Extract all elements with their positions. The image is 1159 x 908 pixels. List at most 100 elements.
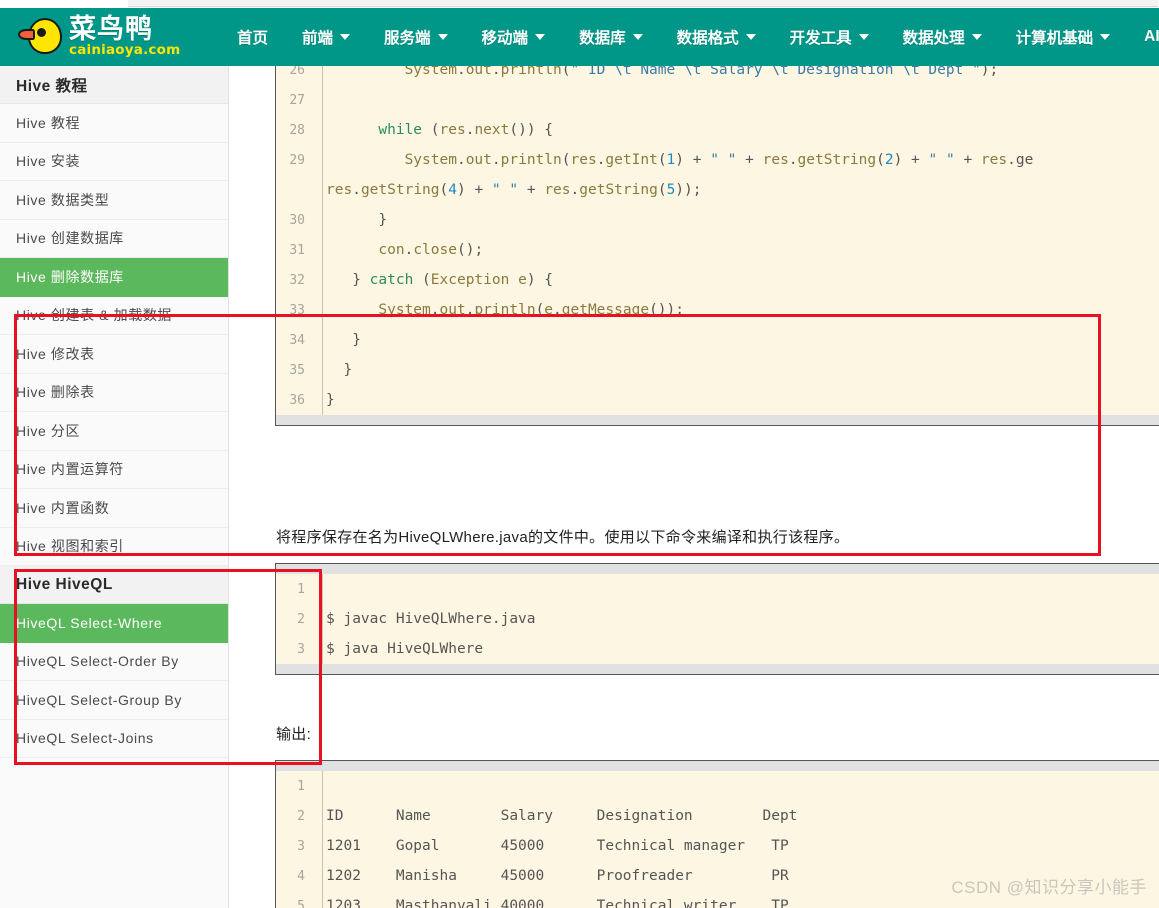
code-line: 33 System.out.println(e.getMessage()); [276, 295, 1159, 325]
nav-item-8[interactable]: 计算机基础 [999, 26, 1128, 48]
code-line-text: } catch (Exception e) { [326, 272, 554, 288]
sidebar-item-tutorial-6[interactable]: Hive 修改表 [0, 335, 228, 374]
code-line: 3 $ java HiveQLWhere [276, 634, 1159, 664]
code-line-text: } [326, 362, 353, 378]
content-area: 26 System.out.println(" ID \t Name \t Sa… [230, 66, 1159, 908]
sidebar-item-label: HiveQL Select-Group By [16, 691, 182, 708]
nav-item-label: 开发工具 [789, 30, 852, 47]
chevron-down-icon [632, 34, 643, 40]
nav-item-0[interactable]: 首页 [220, 26, 285, 48]
sidebar-item-tutorial-2[interactable]: Hive 数据类型 [0, 181, 228, 220]
code-gutter-divider [322, 771, 323, 908]
code-line-text: System.out.println(e.getMessage()); [378, 302, 684, 318]
sidebar-item-tutorial-11[interactable]: Hive 视图和索引 [0, 527, 228, 566]
sidebar-item-label: Hive 分区 [16, 422, 81, 439]
code-block-shell-header [275, 563, 1159, 574]
code-line-text: res.getString(4) + " " + res.getString(5… [326, 182, 702, 198]
code-line-number: 2 [297, 611, 305, 627]
code-line: 30 } [276, 205, 1159, 235]
nav-item-4[interactable]: 数据库 [562, 26, 660, 48]
chevron-down-icon [858, 34, 869, 40]
top-navigation-bar: 菜鸟鸭 cainiaoya.com 首页 前端 服务端 移动端 数据库 数据格式 开发工具 数… [0, 8, 1159, 66]
code-line-number: 26 [289, 66, 305, 78]
duck-logo-icon [18, 16, 64, 58]
nav-item-3[interactable]: 移动端 [465, 26, 563, 48]
sidebar-item-tutorial-4[interactable]: Hive 删除数据库 [0, 258, 228, 297]
sidebar-item-tutorial-0[interactable]: Hive 教程 [0, 104, 228, 143]
browser-tab-strip [128, 0, 1158, 7]
watermark: CSDN @知识分享小能手 [951, 878, 1147, 897]
code-line-text: System.out.println(" ID \t Name \t Salar… [404, 66, 999, 78]
sidebar-list-hiveql: HiveQL Select-Where HiveQL Select-Order B… [0, 604, 228, 758]
sidebar-item-label: Hive 内置函数 [16, 499, 110, 516]
sidebar-item-label: HiveQL Select-Joins [16, 730, 154, 747]
sidebar-item-label: Hive 数据类型 [16, 191, 110, 208]
code-line-number: 34 [289, 332, 305, 348]
sidebar-item-label: Hive 创建表 & 加载数据 [16, 307, 173, 324]
code-line: 2 $ javac HiveQLWhere.java [276, 604, 1159, 634]
code-block-java[interactable]: 26 System.out.println(" ID \t Name \t Sa… [275, 66, 1159, 426]
sidebar-item-hiveql-1[interactable]: HiveQL Select-Order By [0, 642, 228, 681]
code-line: 36} [276, 385, 1159, 415]
sidebar-item-tutorial-1[interactable]: Hive 安装 [0, 142, 228, 181]
sidebar-item-tutorial-7[interactable]: Hive 删除表 [0, 373, 228, 412]
code-line-number: 1 [297, 778, 305, 794]
code-line-text: con.close(); [378, 242, 484, 258]
sidebar-item-tutorial-5[interactable]: Hive 创建表 & 加载数据 [0, 296, 228, 335]
code-block-shell-footer[interactable] [275, 664, 1159, 675]
instruction-paragraph: 将程序保存在名为HiveQLWhere.java的文件中。使用以下命令来编译和执… [276, 529, 850, 546]
sidebar-item-hiveql-2[interactable]: HiveQL Select-Group By [0, 681, 228, 720]
sidebar-item-label: Hive 删除数据库 [16, 268, 124, 285]
page-body: Hive 教程 Hive 教程 Hive 安装 Hive 数据类型 Hive 创建数据… [0, 66, 1159, 908]
nav-item-5[interactable]: 数据格式 [660, 26, 773, 48]
code-line-number: 2 [297, 808, 305, 824]
nav-item-list: 首页前端服务端移动端数据库数据格式开发工具数据处理计算机基础AI网 [220, 26, 1159, 48]
sidebar: Hive 教程 Hive 教程 Hive 安装 Hive 数据类型 Hive 创建数据… [0, 66, 229, 908]
code-gutter-divider [322, 574, 323, 664]
code-line: 28 while (res.next()) { [276, 115, 1159, 145]
code-line-text: $ javac HiveQLWhere.java [326, 611, 536, 627]
sidebar-item-hiveql-0[interactable]: HiveQL Select-Where [0, 604, 228, 643]
sidebar-item-label: Hive 创建数据库 [16, 230, 124, 247]
code-line-number: 35 [289, 362, 305, 378]
sidebar-list-hive-tutorial: Hive 教程 Hive 安装 Hive 数据类型 Hive 创建数据库 Hive 删除… [0, 104, 228, 566]
nav-item-1[interactable]: 前端 [285, 26, 367, 48]
code-line-text: 1201 Gopal 45000 Technical manager TP [326, 838, 789, 854]
sidebar-item-tutorial-9[interactable]: Hive 内置运算符 [0, 450, 228, 489]
sidebar-item-tutorial-3[interactable]: Hive 创建数据库 [0, 219, 228, 258]
sidebar-item-tutorial-8[interactable]: Hive 分区 [0, 412, 228, 451]
code-block-shell-body: 1 2 $ javac HiveQLWhere.java 3 $ java HiveQL… [275, 574, 1159, 664]
code-line-text: } [326, 212, 388, 228]
nav-item-label: 数据处理 [902, 30, 965, 47]
sidebar-item-label: Hive 视图和索引 [16, 538, 124, 555]
code-line-text: ID Name Salary Designation Dept [326, 808, 798, 824]
chevron-down-icon [971, 34, 982, 40]
code-line: 29 System.out.println(res.getInt(1) + " … [276, 145, 1159, 175]
code-line-text: while (res.next()) { [378, 122, 554, 138]
nav-item-9[interactable]: AI [1127, 28, 1159, 46]
nav-item-2[interactable]: 服务端 [367, 26, 465, 48]
chevron-down-icon [437, 34, 448, 40]
sidebar-item-label: Hive 修改表 [16, 345, 95, 362]
nav-item-label: 数据格式 [676, 30, 739, 47]
code-block-shell[interactable]: 1 2 $ javac HiveQLWhere.java 3 $ java HiveQL… [275, 563, 1159, 675]
sidebar-section-title-hiveql: Hive HiveQL [0, 566, 228, 604]
code-line: 1 [276, 771, 1159, 801]
sidebar-item-hiveql-3[interactable]: HiveQL Select-Joins [0, 719, 228, 758]
code-line-number: 1 [297, 581, 305, 597]
site-logo[interactable]: 菜鸟鸭 cainiaoya.com [18, 16, 180, 58]
code-line-number: 31 [289, 242, 305, 258]
nav-item-7[interactable]: 数据处理 [886, 26, 999, 48]
nav-item-label: 首页 [237, 30, 269, 47]
nav-item-label: 数据库 [579, 30, 626, 47]
code-block-java-footer[interactable] [275, 415, 1159, 426]
code-line-number: 32 [289, 272, 305, 288]
code-line-number: 4 [297, 868, 305, 884]
code-line-number: 28 [289, 122, 305, 138]
code-line: 3 1201 Gopal 45000 Technical manager TP [276, 831, 1159, 861]
code-line: 1 [276, 574, 1159, 604]
nav-item-6[interactable]: 开发工具 [773, 26, 886, 48]
code-line: 35 } [276, 355, 1159, 385]
code-line-number: 3 [297, 838, 305, 854]
sidebar-item-tutorial-10[interactable]: Hive 内置函数 [0, 489, 228, 528]
